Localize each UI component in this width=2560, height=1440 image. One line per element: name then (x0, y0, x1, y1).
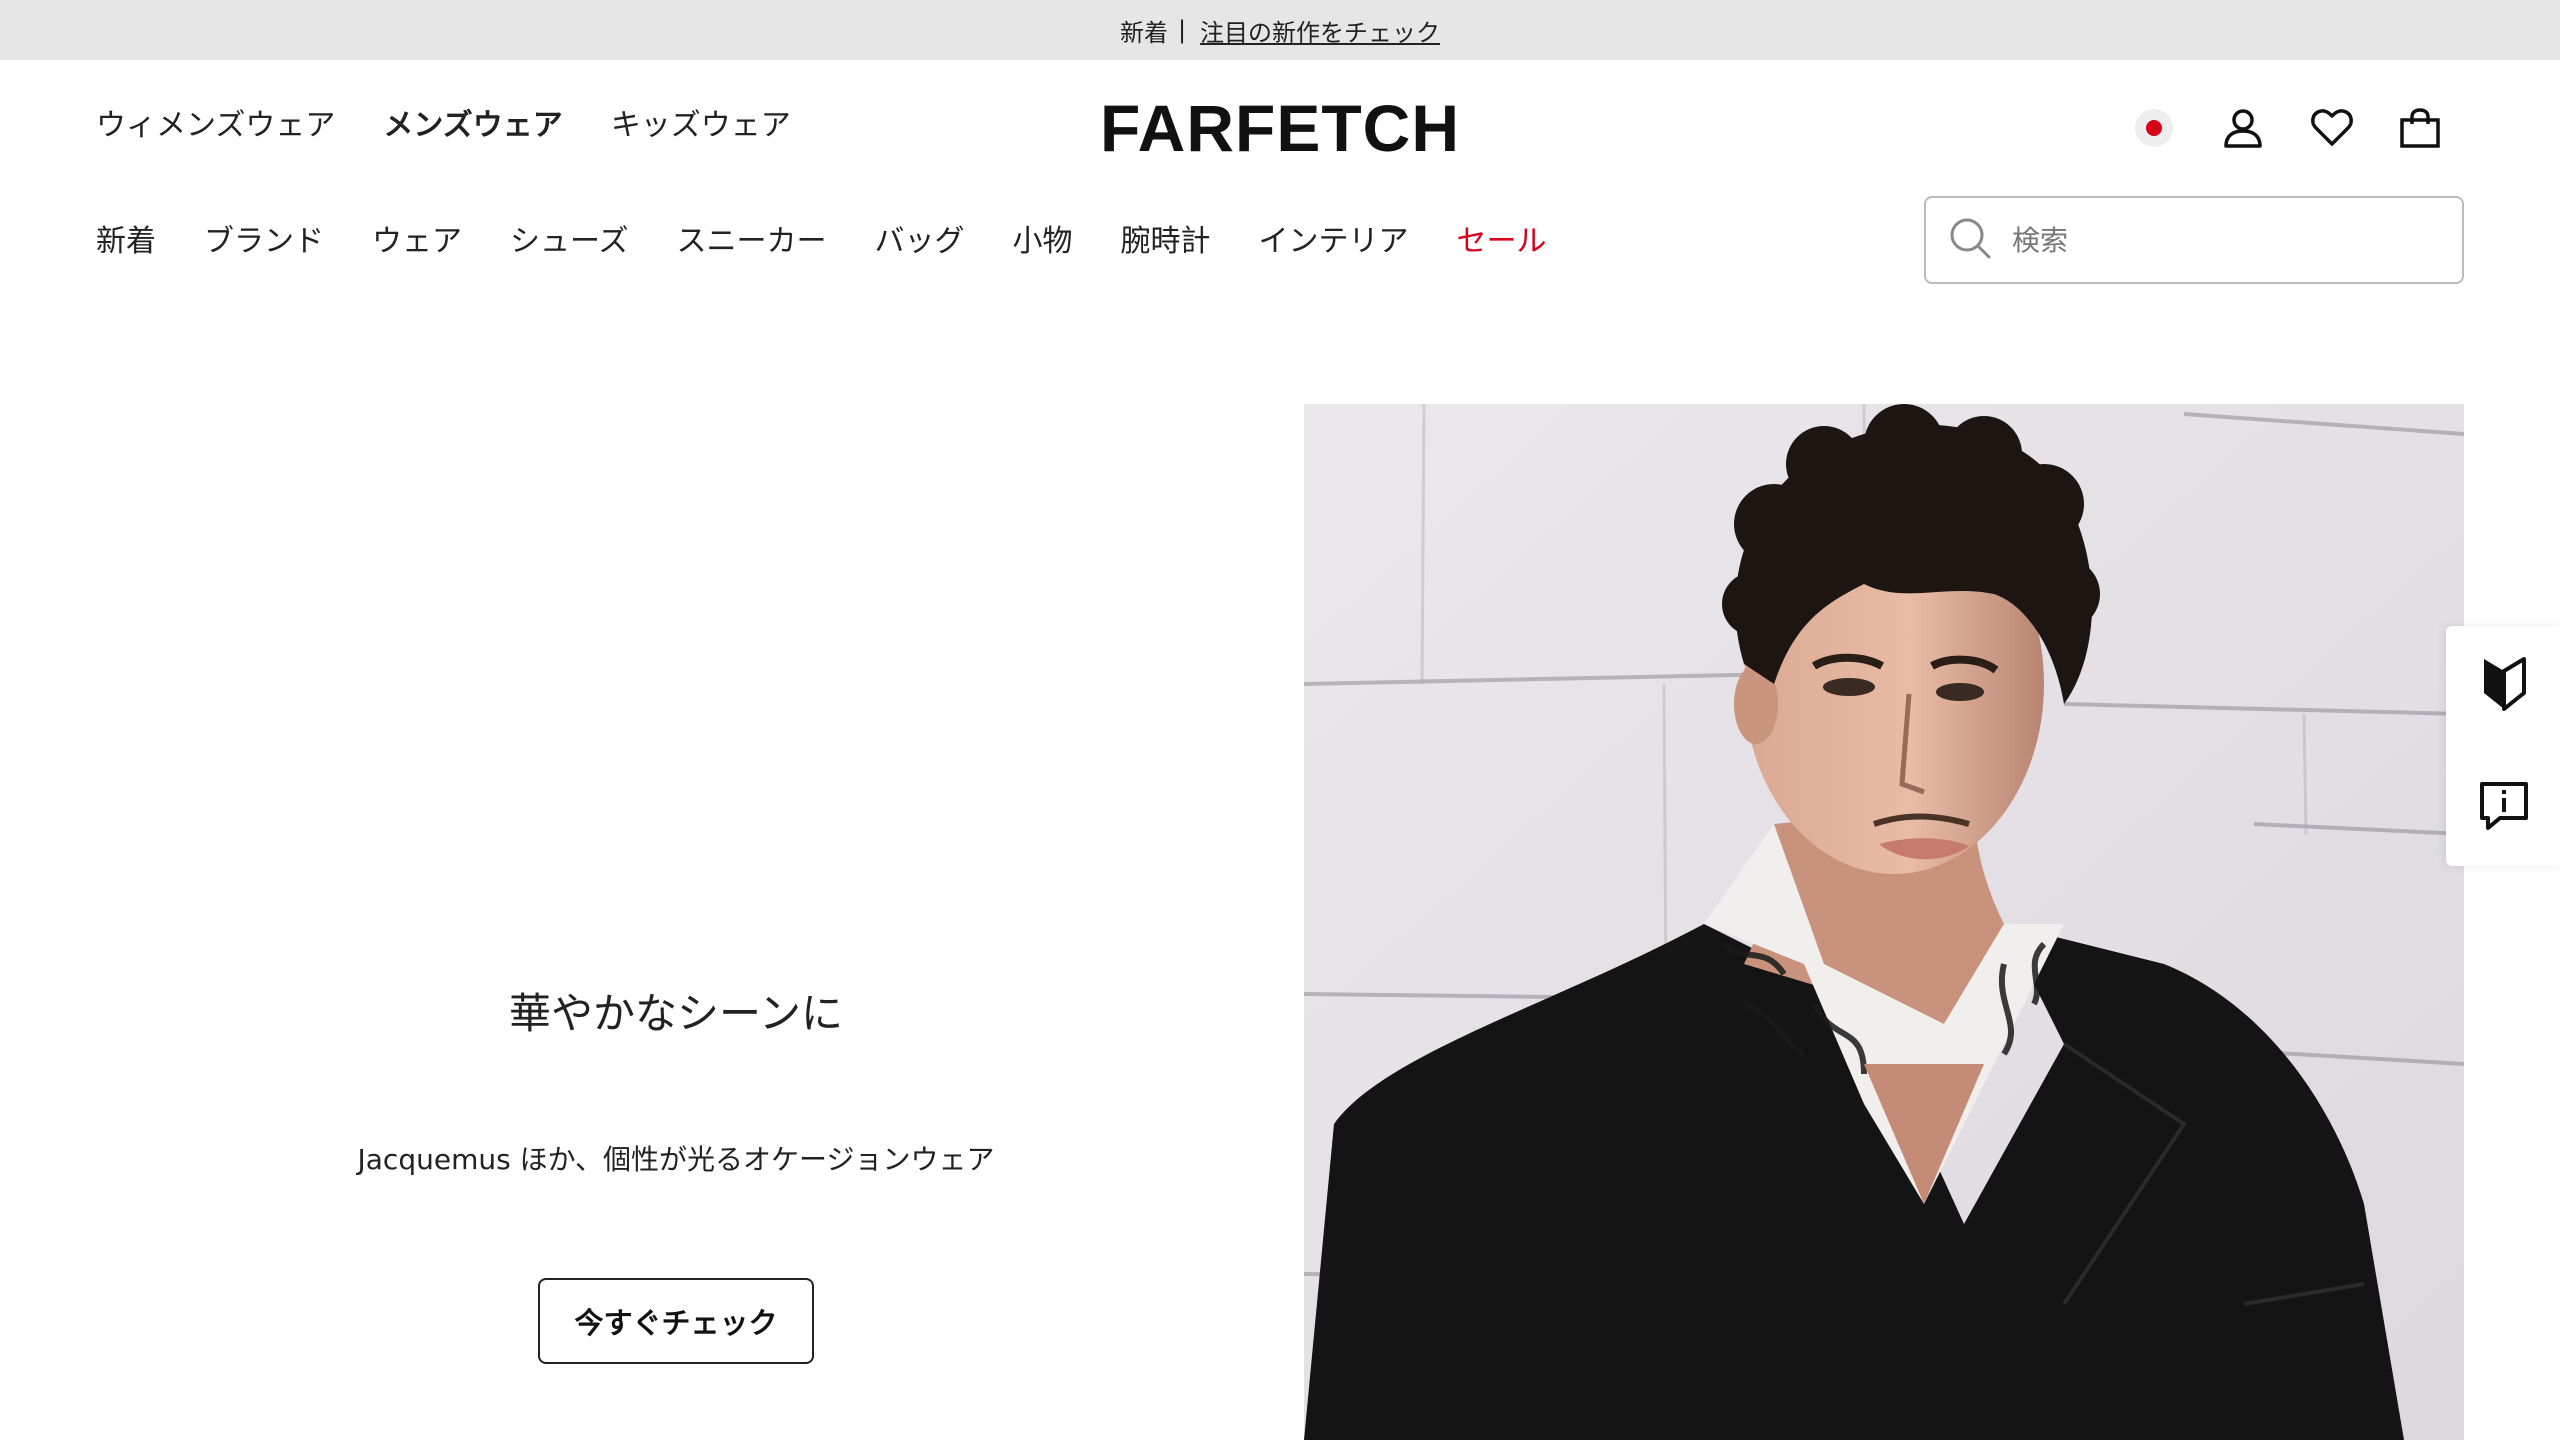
promo-label: 新着 (1119, 18, 1168, 47)
category-clothing[interactable]: ウェア (372, 216, 462, 260)
gender-tab-mens[interactable]: メンズウェア (383, 100, 562, 144)
hero-image[interactable] (1304, 404, 2464, 1440)
promo-link[interactable]: 注目の新作をチェック (1200, 13, 1440, 48)
category-accessories[interactable]: 小物 (1013, 216, 1073, 260)
shopping-bag-icon[interactable] (2396, 104, 2444, 152)
farfetch-logo[interactable]: FARFETCH (1076, 92, 1484, 164)
account-icon[interactable] (2219, 104, 2267, 152)
category-brands[interactable]: ブランド (204, 216, 324, 260)
feedback-icon[interactable] (2476, 778, 2532, 834)
category-bags[interactable]: バッグ (875, 216, 965, 260)
category-new-in[interactable]: 新着 (96, 216, 156, 260)
search-box[interactable] (1924, 196, 2464, 284)
hero-title: 華やかなシーンに (509, 989, 843, 1038)
category-shoes[interactable]: シューズ (510, 216, 629, 260)
category-sneakers[interactable]: スニーカー (677, 216, 827, 260)
category-watches[interactable]: 腕時計 (1121, 216, 1211, 260)
promo-separator: | (1177, 16, 1187, 44)
search-icon[interactable] (1948, 216, 1992, 264)
gender-tab-womens[interactable]: ウィメンズウェア (96, 100, 335, 144)
hero-subtitle: Jacquemus ほか、個性が光るオケージョンウェア (357, 1143, 995, 1176)
promo-bar: 新着 | 注目の新作をチェック (0, 0, 2560, 60)
side-widget (2446, 626, 2560, 866)
category-sale[interactable]: セール (1457, 216, 1547, 260)
gender-tab-kids[interactable]: キッズウェア (611, 100, 791, 144)
category-homeware[interactable]: インテリア (1259, 216, 1409, 260)
japan-flag-icon[interactable] (2130, 104, 2178, 152)
beginner-mark-icon[interactable] (2476, 656, 2532, 712)
gender-nav: ウィメンズウェア メンズウェア キッズウェア (96, 100, 791, 144)
search-input[interactable] (2012, 223, 2432, 257)
wishlist-heart-icon[interactable] (2308, 104, 2356, 152)
category-nav: 新着 ブランド ウェア シューズ スニーカー バッグ 小物 腕時計 インテリア … (96, 216, 1547, 260)
shop-now-button[interactable]: 今すぐチェック (538, 1278, 814, 1364)
